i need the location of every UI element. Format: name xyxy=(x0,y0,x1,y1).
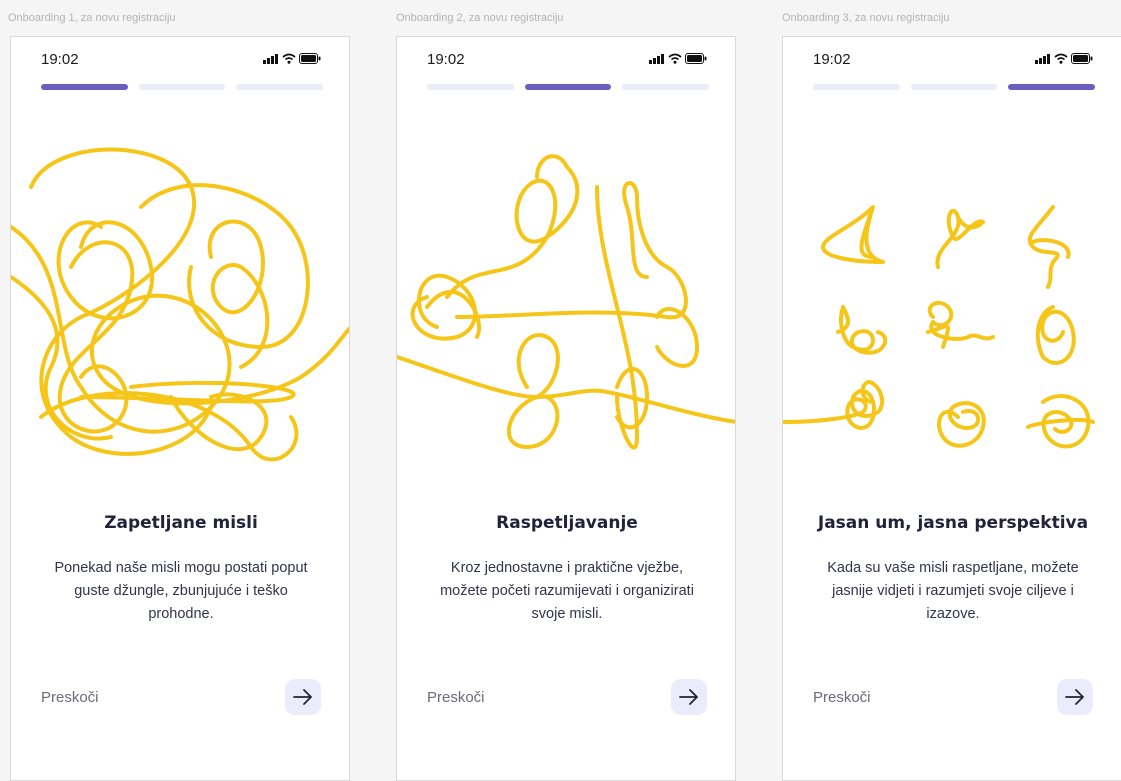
wifi-icon xyxy=(1054,53,1068,64)
skip-button[interactable]: Preskoči xyxy=(41,689,99,706)
screen-description: Ponekad naše misli mogu postati poput gu… xyxy=(54,560,308,622)
screen-title: Jasan um, jasna perspektiva xyxy=(817,513,1089,533)
tangled-thoughts-illustration xyxy=(11,147,349,462)
onboarding-progress xyxy=(813,84,1096,90)
status-icons xyxy=(263,53,321,64)
skip-button[interactable]: Preskoči xyxy=(813,689,871,706)
next-button[interactable] xyxy=(671,679,707,715)
onboarding-screen-1: 19:02 Zapetljane misli Ponekad naše misl… xyxy=(10,36,350,781)
status-time: 19:02 xyxy=(41,51,79,68)
battery-icon xyxy=(1071,53,1093,64)
skip-button[interactable]: Preskoči xyxy=(427,689,485,706)
progress-step-2 xyxy=(910,84,998,90)
status-time: 19:02 xyxy=(813,51,851,68)
progress-step-1 xyxy=(427,84,514,90)
frame-label-3: Onboarding 3, za novu registraciju xyxy=(782,12,950,24)
wifi-icon xyxy=(282,53,296,64)
onboarding-progress xyxy=(41,84,324,90)
next-button[interactable] xyxy=(285,679,321,715)
onboarding-progress xyxy=(427,84,710,90)
untangling-illustration xyxy=(397,154,735,450)
progress-step-1 xyxy=(41,84,128,90)
status-icons xyxy=(1035,53,1093,64)
progress-step-2 xyxy=(138,84,226,90)
wifi-icon xyxy=(668,53,682,64)
progress-step-3 xyxy=(622,84,710,90)
status-icons xyxy=(649,53,707,64)
progress-step-2 xyxy=(524,84,612,90)
screen-title: Raspetljavanje xyxy=(496,513,638,533)
status-time: 19:02 xyxy=(427,51,465,68)
progress-step-3 xyxy=(1008,84,1096,90)
onboarding-screen-2: 19:02 Raspetljavanje Kroz jednostavne i … xyxy=(396,36,736,781)
progress-step-3 xyxy=(236,84,324,90)
progress-step-1 xyxy=(813,84,900,90)
battery-icon xyxy=(299,53,321,64)
screen-description: Kroz jednostavne i praktične vježbe, mož… xyxy=(440,560,694,622)
battery-icon xyxy=(685,53,707,64)
arrow-right-icon xyxy=(679,689,698,705)
onboarding-screen-3: 19:02 Jasan um, jasna perspektiva Kada s… xyxy=(782,36,1121,781)
frame-label-1: Onboarding 1, za novu registraciju xyxy=(8,12,176,24)
arrow-right-icon xyxy=(1065,689,1084,705)
frame-label-2: Onboarding 2, za novu registraciju xyxy=(396,12,564,24)
signal-icon xyxy=(263,53,278,64)
screen-title: Zapetljane misli xyxy=(104,513,258,533)
arrow-right-icon xyxy=(293,689,312,705)
signal-icon xyxy=(1035,53,1050,64)
clear-mind-illustration xyxy=(783,205,1095,449)
screen-description: Kada su vaše misli raspetljane, možete j… xyxy=(827,560,1079,622)
signal-icon xyxy=(649,53,664,64)
next-button[interactable] xyxy=(1057,679,1093,715)
